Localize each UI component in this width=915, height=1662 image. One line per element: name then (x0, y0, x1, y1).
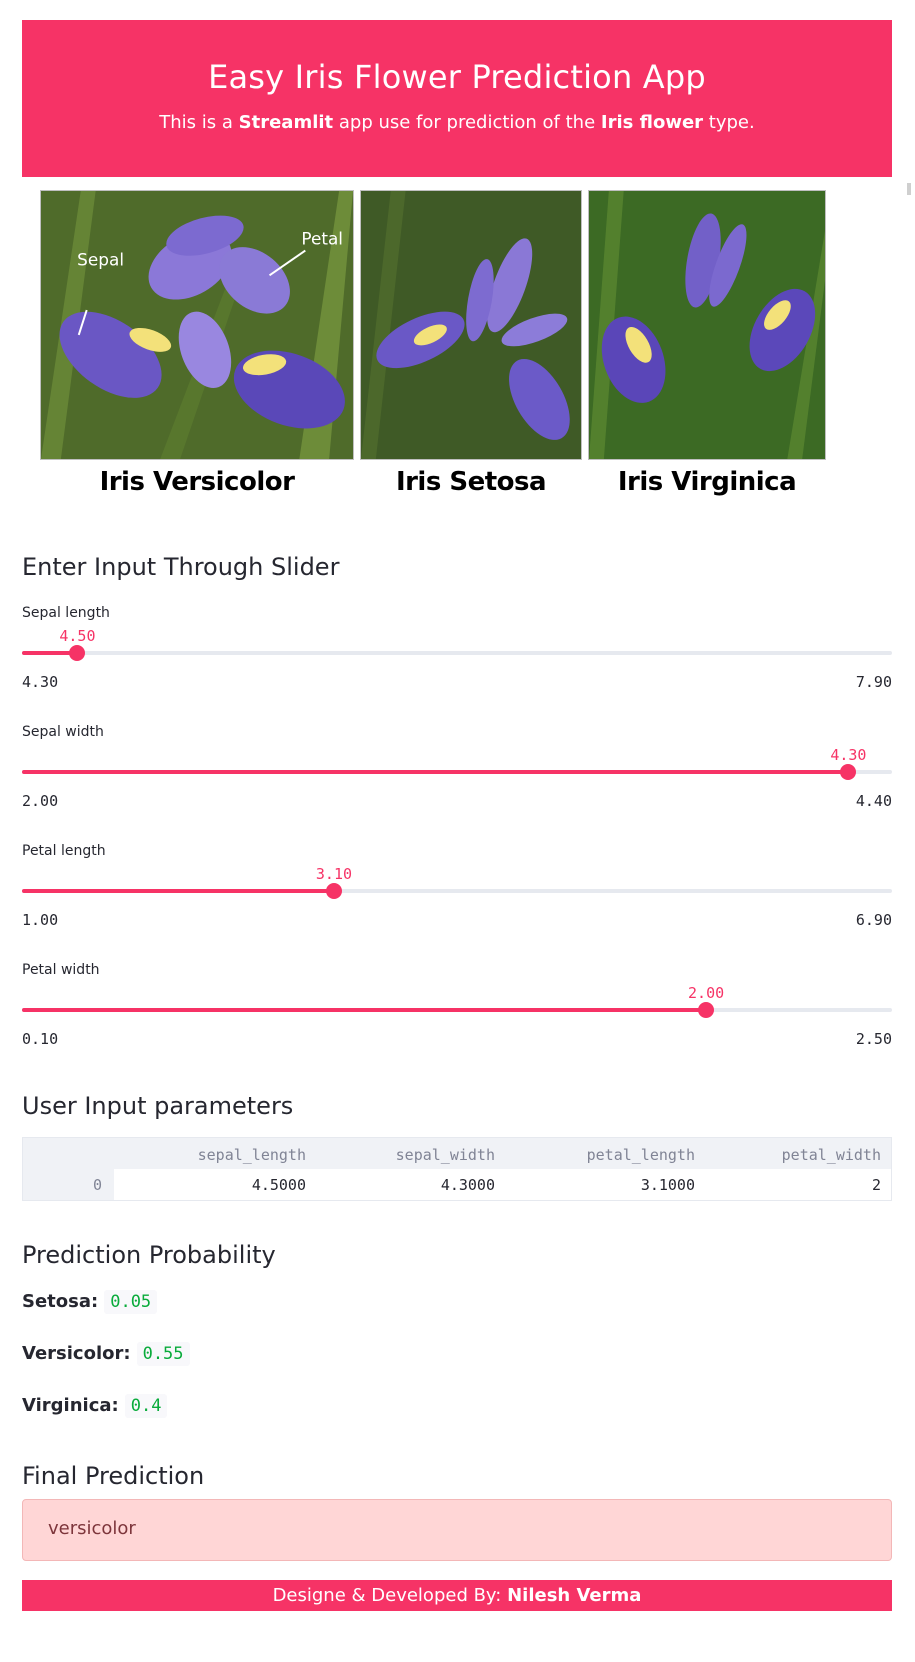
probability-value: 0.55 (136, 1342, 190, 1366)
slider-max: 6.90 (855, 911, 892, 929)
slider-value: 2.00 (688, 984, 725, 1002)
slider-max: 2.50 (855, 1030, 892, 1048)
subtitle-text: This is a (159, 112, 239, 133)
fullscreen-toggle[interactable] (907, 183, 911, 195)
column-header[interactable]: sepal_width (396, 1146, 495, 1164)
slider-label: Petal width (22, 962, 100, 978)
sepal-width-slider[interactable]: Sepal width 4.30 2.00 4.40 (22, 724, 892, 836)
slider-track[interactable] (22, 1002, 892, 1018)
params-table: sepal_length sepal_width petal_length pe… (22, 1137, 892, 1201)
final-prediction-value: versicolor (48, 1518, 136, 1539)
table-cell: 2 (871, 1176, 881, 1194)
slider-min: 0.10 (22, 1030, 59, 1048)
subtitle-bold-iris: Iris flower (600, 112, 704, 133)
slider-label: Petal length (22, 843, 106, 859)
footer-banner: Designe & Developed By: Nilesh Verma (22, 1580, 892, 1611)
probability-value: 0.05 (104, 1290, 158, 1314)
params-section-title: User Input parameters (22, 1092, 294, 1120)
app-header-banner: Easy Iris Flower Prediction App This is … (22, 20, 892, 177)
slider-track[interactable] (22, 883, 892, 899)
sepal-length-slider[interactable]: Sepal length 4.50 4.30 7.90 (22, 605, 892, 717)
slider-min: 1.00 (22, 911, 59, 929)
slider-fill (22, 770, 849, 774)
probability-virginica: Virginica: 0.4 (22, 1394, 168, 1418)
iris-flower-image: Sepal Petal Iris Versicolor Iris Setosa … (40, 190, 876, 500)
footer-text: Designe & Developed By: (272, 1585, 508, 1606)
iris-versicolor-photo: Sepal Petal (40, 190, 354, 460)
slider-max: 7.90 (855, 673, 892, 691)
slider-max: 4.40 (855, 792, 892, 810)
probability-label: Versicolor (22, 1343, 124, 1364)
final-prediction-box: versicolor (22, 1499, 892, 1561)
probability-value: 0.4 (124, 1394, 168, 1418)
subtitle-bold-streamlit: Streamlit (238, 112, 334, 133)
app-title: Easy Iris Flower Prediction App (208, 58, 706, 96)
row-index: 0 (93, 1176, 103, 1194)
iris-setosa-photo (360, 190, 582, 460)
slider-label: Sepal width (22, 724, 104, 740)
probability-section-title: Prediction Probability (22, 1241, 276, 1269)
iris-virginica-photo (588, 190, 826, 460)
slider-thumb[interactable] (698, 1002, 715, 1018)
probability-label: Setosa (22, 1291, 92, 1312)
slider-track[interactable] (22, 764, 892, 780)
slider-value: 4.30 (830, 746, 867, 764)
slider-thumb[interactable] (840, 764, 857, 780)
slider-value: 3.10 (315, 865, 353, 883)
app-subtitle: This is a Streamlit app use for predicti… (22, 112, 892, 133)
table-cell: 3.1000 (640, 1176, 695, 1194)
slider-track[interactable] (22, 645, 892, 661)
slider-value: 4.50 (59, 627, 96, 645)
caption-iris-setosa: Iris Setosa (395, 467, 547, 497)
subtitle-text: app use for prediction of the (333, 112, 601, 133)
petal-width-slider[interactable]: Petal width 2.00 0.10 2.50 (22, 962, 892, 1074)
probability-versicolor: Versicolor: 0.55 (22, 1342, 190, 1366)
slider-thumb[interactable] (325, 883, 342, 899)
caption-iris-versicolor: Iris Versicolor (99, 467, 295, 497)
slider-label: Sepal length (22, 605, 110, 621)
final-prediction-title: Final Prediction (22, 1462, 205, 1490)
slider-thumb[interactable] (69, 645, 86, 661)
petal-label: Petal (301, 229, 343, 249)
caption-iris-virginica: Iris Virginica (617, 467, 797, 497)
footer-author: Nilesh Verma (507, 1585, 642, 1606)
slider-min: 4.30 (22, 673, 59, 691)
sepal-label: Sepal (77, 249, 124, 269)
column-header[interactable]: sepal_length (198, 1146, 306, 1164)
table-cell: 4.5000 (251, 1176, 306, 1194)
slider-fill (22, 1008, 707, 1012)
subtitle-text: type. (703, 112, 755, 133)
slider-fill (22, 889, 334, 893)
probability-setosa: Setosa: 0.05 (22, 1290, 158, 1314)
table-cell: 4.3000 (440, 1176, 495, 1194)
petal-length-slider[interactable]: Petal length 3.10 1.00 6.90 (22, 843, 892, 955)
probability-label: Virginica (22, 1395, 112, 1416)
column-header[interactable]: petal_length (587, 1146, 695, 1164)
slider-section-title: Enter Input Through Slider (22, 553, 340, 581)
column-header[interactable]: petal_width (782, 1146, 881, 1164)
slider-min: 2.00 (22, 792, 59, 810)
